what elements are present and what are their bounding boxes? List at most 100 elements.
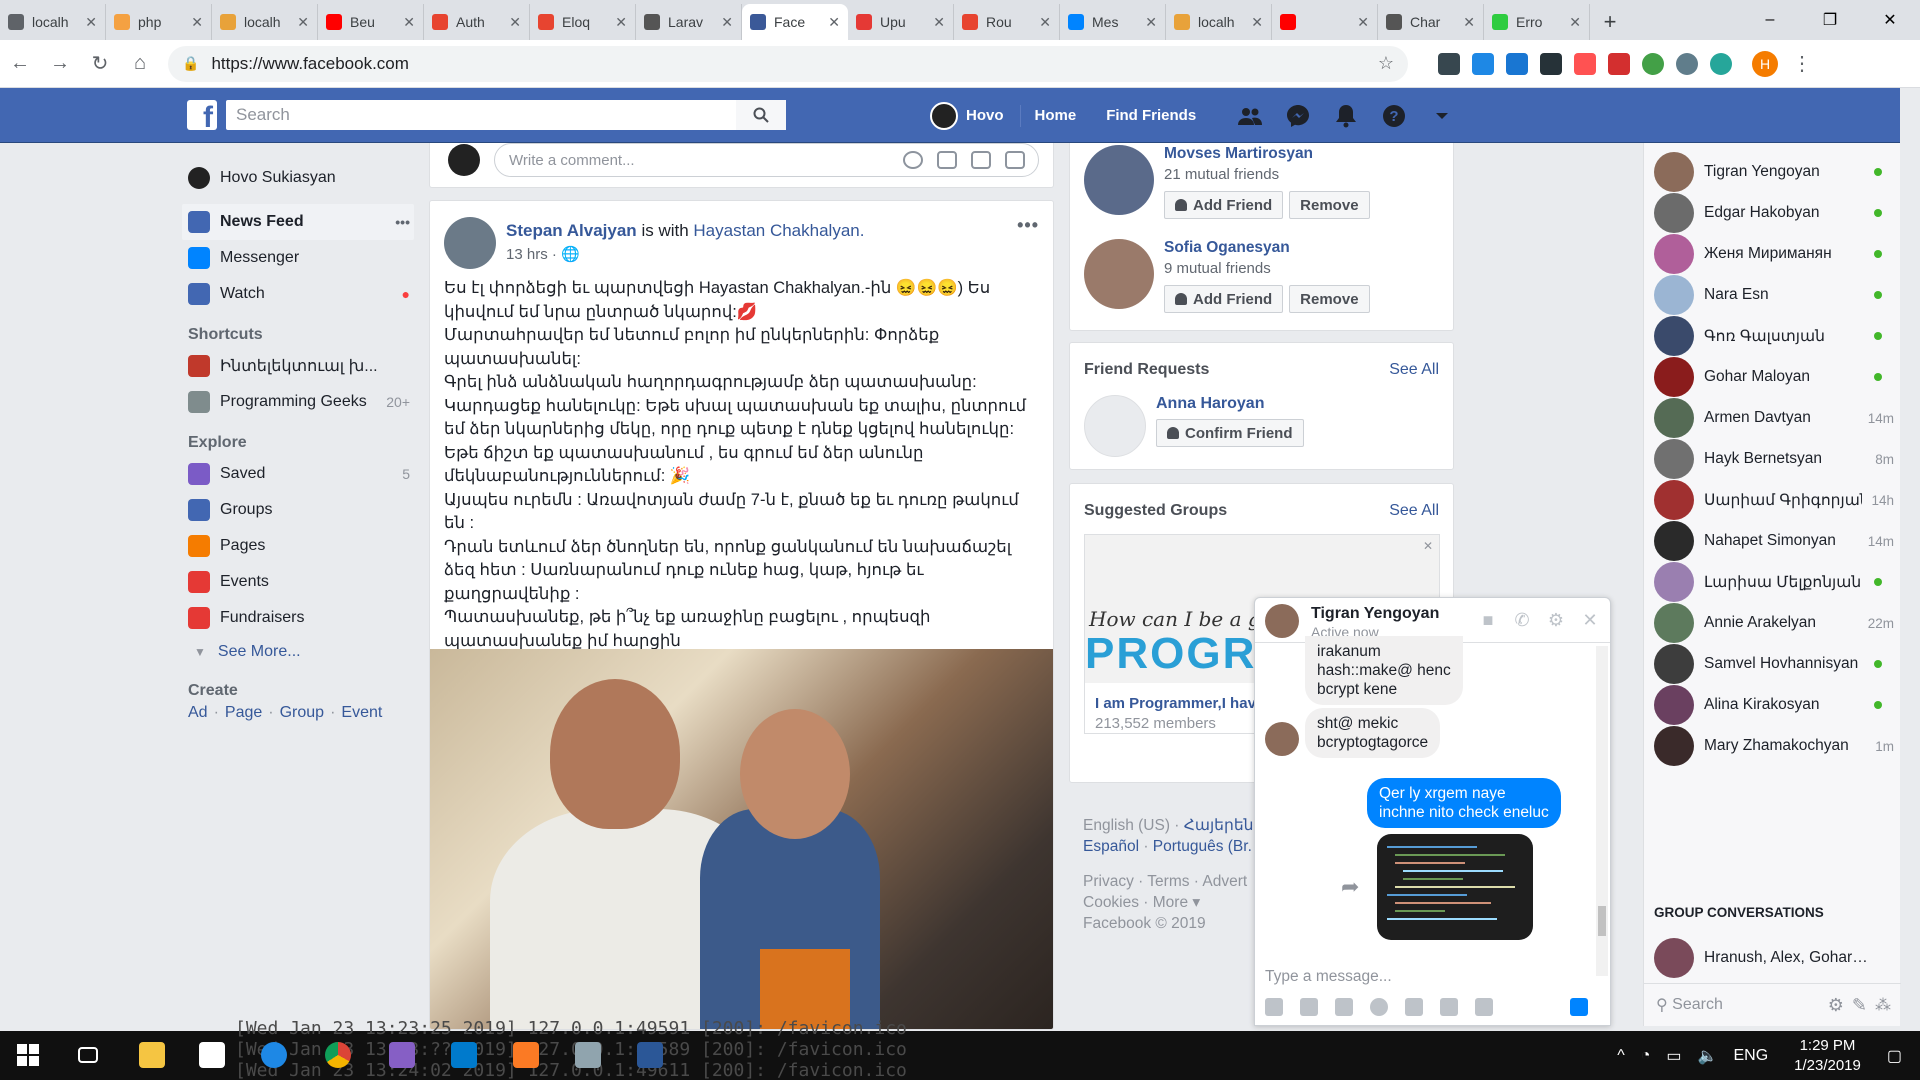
browser-tab[interactable]: localh ✕ <box>212 4 318 40</box>
pymk-name[interactable]: Movses Martirosyan <box>1164 145 1313 163</box>
maximize-button[interactable]: ❐ <box>1800 0 1860 40</box>
minimize-button[interactable]: – <box>1740 0 1800 40</box>
settings-gear-icon[interactable]: ⚙ <box>1828 995 1844 1016</box>
gif-icon[interactable] <box>1335 998 1353 1016</box>
pymk-mutual[interactable]: 9 mutual friends <box>1164 260 1271 277</box>
add-friend-button[interactable]: Add Friend <box>1164 285 1284 313</box>
browser-tab[interactable]: Larav ✕ <box>636 4 742 40</box>
vscode-icon[interactable] <box>448 1039 480 1071</box>
language-link[interactable]: Português (Br... <box>1153 838 1253 855</box>
windows-start-icon[interactable] <box>12 1039 44 1071</box>
nav-item[interactable]: Ինտելեկտուալ խ... <box>182 348 414 384</box>
nav-item[interactable]: Groups <box>182 492 414 528</box>
pymk-avatar[interactable] <box>1084 145 1154 215</box>
browser-tab[interactable]: Rou ✕ <box>954 4 1060 40</box>
notifications-bell-icon[interactable] <box>1332 102 1360 130</box>
contact-item[interactable]: Mary Zhamakochyan 1m <box>1654 721 1894 771</box>
tab-close-icon[interactable]: ✕ <box>933 14 945 31</box>
group-conversation-item[interactable]: Hranush, Alex, Gohar… <box>1654 933 1894 983</box>
nav-item[interactable]: Pages <box>182 528 414 564</box>
browser-tab[interactable]: Char ✕ <box>1378 4 1484 40</box>
tab-close-icon[interactable]: ✕ <box>191 14 203 31</box>
help-icon[interactable]: ? <box>1380 102 1408 130</box>
file-explorer-icon[interactable] <box>136 1039 168 1071</box>
tab-close-icon[interactable]: ✕ <box>1463 14 1475 31</box>
language-link[interactable]: Հայերեն <box>1184 817 1253 834</box>
chat-message-input[interactable]: Type a message... <box>1265 968 1392 986</box>
network-icon[interactable]: ◔ <box>1641 1047 1651 1065</box>
video-call-icon[interactable]: ■ <box>1478 610 1498 630</box>
tab-close-icon[interactable]: ✕ <box>297 14 309 31</box>
create-link[interactable]: Group <box>280 704 324 721</box>
browser-tab[interactable]: Auth ✕ <box>424 4 530 40</box>
chat-settings-gear-icon[interactable]: ⚙ <box>1546 610 1566 630</box>
volume-icon[interactable]: 🔈 <box>1698 1046 1718 1066</box>
post-tagged-link[interactable]: Hayastan Chakhalyan. <box>693 221 864 240</box>
browser-tab[interactable]: localh ✕ <box>0 4 106 40</box>
photo-icon[interactable] <box>1265 998 1283 1016</box>
sticker-icon[interactable] <box>1300 998 1318 1016</box>
post-photo[interactable] <box>430 649 1053 1029</box>
nav-item[interactable]: Saved 5 <box>182 456 414 492</box>
chat-scrollbar[interactable] <box>1596 646 1608 976</box>
tab-close-icon[interactable]: ✕ <box>615 14 627 31</box>
phone-call-icon[interactable]: ✆ <box>1512 610 1532 630</box>
chrome-icon[interactable] <box>322 1039 354 1071</box>
browser-tab[interactable]: Bеu ✕ <box>318 4 424 40</box>
new-message-icon[interactable]: ✎ <box>1852 995 1867 1016</box>
back-icon[interactable]: ← <box>0 44 40 84</box>
footer-links[interactable]: Cookies · More ▾ <box>1083 892 1253 913</box>
post-author-link[interactable]: Stepan Alvajyan <box>506 221 637 240</box>
create-link[interactable]: Event <box>341 704 382 721</box>
language-link[interactable]: Español <box>1083 838 1139 855</box>
attach-icon[interactable] <box>1440 998 1458 1016</box>
browser-tab[interactable]: php ✕ <box>106 4 212 40</box>
game-icon[interactable] <box>1405 998 1423 1016</box>
tab-close-icon[interactable]: ✕ <box>1145 14 1157 31</box>
reload-icon[interactable]: ↻ <box>80 44 120 84</box>
tab-close-icon[interactable]: ✕ <box>1251 14 1263 31</box>
browser-menu-icon[interactable]: ⋮ <box>1792 51 1812 76</box>
request-avatar[interactable] <box>1084 395 1146 457</box>
shared-image[interactable] <box>1377 834 1533 940</box>
find-friends-link[interactable]: Find Friends <box>1106 107 1196 124</box>
search-button[interactable] <box>736 100 786 130</box>
post-author-avatar[interactable] <box>444 217 496 269</box>
group-chat-icon[interactable]: ⁂ <box>1875 995 1891 1015</box>
extension-icon[interactable] <box>1506 52 1528 75</box>
emoji-icon[interactable] <box>1370 998 1388 1016</box>
browser-tab[interactable]: localh ✕ <box>1166 4 1272 40</box>
powershell-icon[interactable] <box>634 1039 666 1071</box>
remove-button[interactable]: Remove <box>1289 285 1370 313</box>
footer-links[interactable]: Privacy · Terms · Advert <box>1083 871 1253 892</box>
browser-tab[interactable]: Upu ✕ <box>848 4 954 40</box>
post-time[interactable]: 13 hrs <box>506 246 548 263</box>
task-view-icon[interactable] <box>72 1039 104 1071</box>
camera-icon[interactable] <box>1475 998 1493 1016</box>
messenger-icon[interactable] <box>1284 102 1312 130</box>
extension-icon[interactable] <box>1642 52 1664 75</box>
profile-link[interactable]: Hovo <box>966 107 1004 124</box>
close-chat-icon[interactable]: ✕ <box>1580 610 1600 630</box>
create-link[interactable]: Page <box>225 704 262 721</box>
sticker-icon[interactable] <box>1005 151 1025 169</box>
browser-tab[interactable]: Face ✕ <box>742 4 848 40</box>
profile-link[interactable]: Hovo Sukiasyan <box>182 160 414 196</box>
gif-icon[interactable] <box>971 151 991 169</box>
browser-tab[interactable]: Erro ✕ <box>1484 4 1590 40</box>
nav-item[interactable]: Programming Geeks 20+ <box>182 384 414 420</box>
more-options-icon[interactable]: ••• <box>395 214 410 230</box>
pymk-avatar[interactable] <box>1084 239 1154 309</box>
post-options-button[interactable]: ••• <box>1017 215 1039 236</box>
pymk-name[interactable]: Sofia Oganesyan <box>1164 239 1290 257</box>
friend-requests-icon[interactable] <box>1236 102 1264 130</box>
tab-close-icon[interactable]: ✕ <box>403 14 415 31</box>
tab-close-icon[interactable]: ✕ <box>85 14 97 31</box>
extension-icon[interactable] <box>1438 52 1460 75</box>
visual-studio-icon[interactable] <box>386 1039 418 1071</box>
facebook-logo-icon[interactable]: f <box>187 100 217 130</box>
profile-avatar[interactable]: H <box>1752 50 1778 77</box>
address-bar[interactable]: 🔒 https://www.facebook.com ☆ <box>168 45 1408 82</box>
extension-icon[interactable] <box>1540 52 1562 75</box>
facebook-search-input[interactable] <box>226 101 736 129</box>
